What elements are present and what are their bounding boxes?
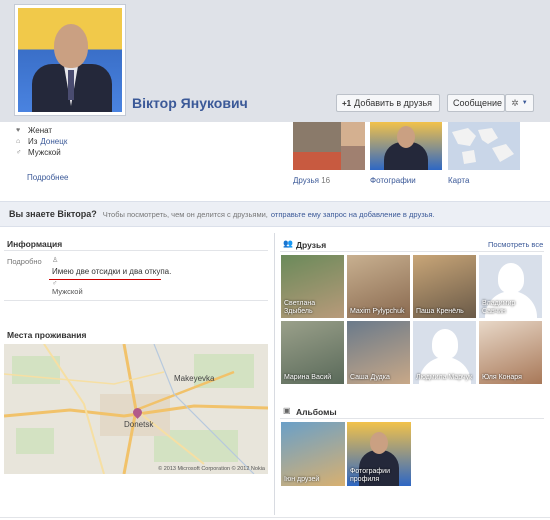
friend-tile[interactable]: Людмила Марчук bbox=[413, 321, 476, 384]
page-bottom-border bbox=[0, 517, 550, 518]
friends-icon: 👥 bbox=[283, 239, 293, 248]
column-divider bbox=[274, 233, 275, 515]
about-text: Имею две отсидки и два откупа. bbox=[52, 267, 172, 276]
gender-text: Мужской bbox=[28, 148, 61, 157]
info-detail-label: Подробно bbox=[7, 257, 42, 266]
friends-count: 16 bbox=[321, 176, 331, 185]
hometown-link[interactable]: Донецк bbox=[40, 137, 67, 146]
albums-divider bbox=[280, 418, 544, 419]
relationship-row: ♥ Женат bbox=[16, 126, 52, 135]
friend-tile[interactable]: Владимир Савчин bbox=[479, 255, 542, 318]
friends-divider bbox=[280, 251, 544, 252]
send-friend-request-link[interactable]: отправьте ему запрос на добавление в дру… bbox=[271, 210, 435, 219]
friends-thumbnail[interactable] bbox=[293, 122, 365, 170]
map-city-makeyevka: Makeyevka bbox=[174, 374, 215, 383]
see-all-friends-link[interactable]: Посмотреть все bbox=[488, 240, 543, 249]
map-thumb-label[interactable]: Карта bbox=[448, 176, 469, 185]
albums-section-title: Альбомы bbox=[296, 407, 337, 417]
info-bottom-divider bbox=[4, 300, 268, 301]
heart-icon: ♥ bbox=[16, 127, 21, 134]
map-thumbnail[interactable] bbox=[448, 122, 520, 170]
albums-icon: ▣ bbox=[283, 406, 291, 415]
info-divider bbox=[4, 250, 268, 251]
map-city-donetsk: Donetsk bbox=[124, 420, 154, 429]
friend-name: Людмила Марчук bbox=[416, 374, 473, 381]
friend-tile[interactable]: Марина Васий bbox=[281, 321, 344, 384]
gender-row: ♂ Мужской bbox=[16, 148, 61, 157]
friend-name: Maxim Pylypchuk bbox=[350, 308, 405, 315]
residence-section-title: Места проживания bbox=[7, 330, 87, 340]
album-name: Фотографии профиля bbox=[350, 468, 391, 483]
chevron-down-icon: ▼ bbox=[521, 100, 528, 106]
user-icon: ♙ bbox=[52, 257, 59, 264]
gender-icon-small: ♂ bbox=[52, 280, 58, 287]
more-info-link[interactable]: Подробнее bbox=[27, 173, 69, 182]
album-name: Іюн друзей bbox=[284, 476, 320, 483]
know-bar: Вы знаете Віктора? Чтобы посмотреть, чем… bbox=[0, 201, 550, 227]
hometown-row: ⌂ Из Донецк bbox=[16, 137, 67, 146]
friend-name: Юля Конаря bbox=[482, 374, 522, 381]
relationship-text: Женат bbox=[28, 126, 53, 135]
photos-thumbnail[interactable] bbox=[370, 122, 442, 170]
gear-icon: ✲ bbox=[511, 97, 519, 108]
friend-tile[interactable]: Паша Кренёль bbox=[413, 255, 476, 318]
add-friend-button[interactable]: +1 Добавить в друзья bbox=[336, 94, 440, 112]
settings-menu-button[interactable]: ✲ ▼ bbox=[505, 94, 534, 112]
message-button[interactable]: Сообщение bbox=[447, 94, 505, 112]
photos-thumb-label[interactable]: Фотографии bbox=[370, 176, 416, 185]
residence-map[interactable]: Makeyevka Donetsk © 2013 Microsoft Corpo… bbox=[4, 344, 268, 474]
profile-name[interactable]: Віктор Янукович bbox=[132, 95, 248, 111]
info-section-title: Информация bbox=[7, 239, 63, 249]
home-icon: ⌂ bbox=[16, 138, 21, 145]
gender-icon: ♂ bbox=[16, 149, 22, 156]
map-copyright: © 2013 Microsoft Corporation © 2012 Noki… bbox=[158, 466, 265, 472]
friend-name: Светлана Здыбель bbox=[284, 300, 316, 315]
friend-tile[interactable]: Саша Дудка bbox=[347, 321, 410, 384]
album-tile[interactable]: Фотографии профиля bbox=[347, 422, 411, 486]
hometown-prefix: Из bbox=[28, 137, 38, 146]
friends-thumb-label[interactable]: Друзья 16 bbox=[293, 176, 330, 185]
friend-tile[interactable]: Юля Конаря bbox=[479, 321, 542, 384]
friend-name: Саша Дудка bbox=[350, 374, 390, 381]
about-underline bbox=[49, 279, 161, 280]
friend-tile[interactable]: Maxim Pylypchuk bbox=[347, 255, 410, 318]
info-gender-text: Мужской bbox=[52, 287, 83, 296]
friend-tile[interactable]: Светлана Здыбель bbox=[281, 255, 344, 318]
friend-name: Паша Кренёль bbox=[416, 308, 464, 315]
add-friend-icon: +1 bbox=[342, 98, 352, 108]
friend-name: Владимир Савчин bbox=[482, 300, 516, 315]
know-bar-title: Вы знаете Віктора? bbox=[9, 209, 97, 219]
know-bar-text: Чтобы посмотреть, чем он делится с друзь… bbox=[102, 209, 268, 219]
friends-section-title: Друзья bbox=[296, 240, 327, 250]
album-tile[interactable]: Іюн друзей bbox=[281, 422, 345, 486]
add-friend-label: Добавить в друзья bbox=[354, 98, 433, 108]
friend-name: Марина Васий bbox=[284, 374, 332, 381]
profile-photo[interactable] bbox=[14, 4, 126, 116]
